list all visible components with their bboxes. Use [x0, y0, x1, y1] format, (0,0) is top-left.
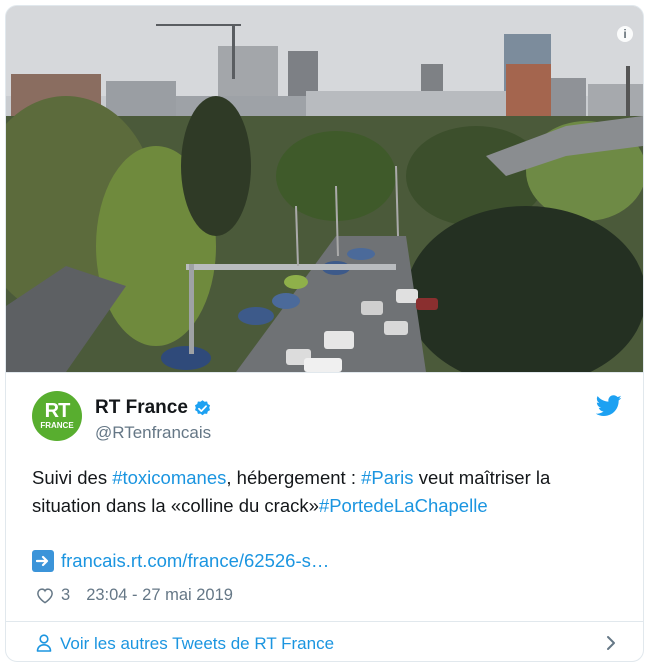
author-name[interactable]: RT France — [95, 397, 188, 419]
hashtag-link[interactable]: #Paris — [361, 467, 413, 488]
chevron-right-icon[interactable] — [605, 635, 617, 651]
tweet-link-line: francais.rt.com/france/62526-s… — [32, 550, 329, 572]
avatar[interactable]: RT FRANCE — [32, 391, 82, 441]
like-count[interactable]: 3 — [61, 586, 70, 605]
avatar-logo-subtext: FRANCE — [40, 421, 74, 430]
avatar-logo-text: RT — [44, 400, 71, 422]
hashtag-link[interactable]: #toxicomanes — [112, 467, 226, 488]
twitter-bird-icon[interactable] — [596, 395, 622, 417]
author-name-row: RT France — [95, 397, 212, 419]
right-arrow-icon — [32, 550, 54, 572]
tweet-header: RT FRANCE RT France @RTenfrancais — [32, 391, 622, 443]
article-link[interactable]: francais.rt.com/france/62526-s… — [61, 550, 329, 572]
person-icon — [36, 634, 52, 652]
tweet-meta: 3 23:04 - 27 mai 2019 — [36, 586, 233, 605]
tweet-photo[interactable] — [6, 6, 643, 372]
heart-icon[interactable] — [36, 587, 54, 604]
info-icon[interactable]: i — [617, 26, 633, 42]
tweet-timestamp[interactable]: 23:04 - 27 mai 2019 — [86, 586, 233, 605]
tweet-text-segment: , hébergement : — [226, 467, 362, 488]
author-handle[interactable]: @RTenfrancais — [95, 423, 211, 443]
more-tweets-footer[interactable]: Voir les autres Tweets de RT France — [6, 622, 643, 661]
tweet-text: Suivi des #toxicomanes, hébergement : #P… — [32, 464, 622, 520]
tweet-text-segment: Suivi des — [32, 467, 113, 488]
verified-badge-icon — [194, 399, 210, 415]
hashtag-link[interactable]: #PortedeLaChapelle — [319, 495, 488, 516]
more-tweets-link[interactable]: Voir les autres Tweets de RT France — [60, 634, 334, 654]
photo-divider — [6, 372, 643, 373]
embedded-tweet-card: i RT FRANCE RT France @RTenfrancais Suiv… — [5, 5, 644, 662]
